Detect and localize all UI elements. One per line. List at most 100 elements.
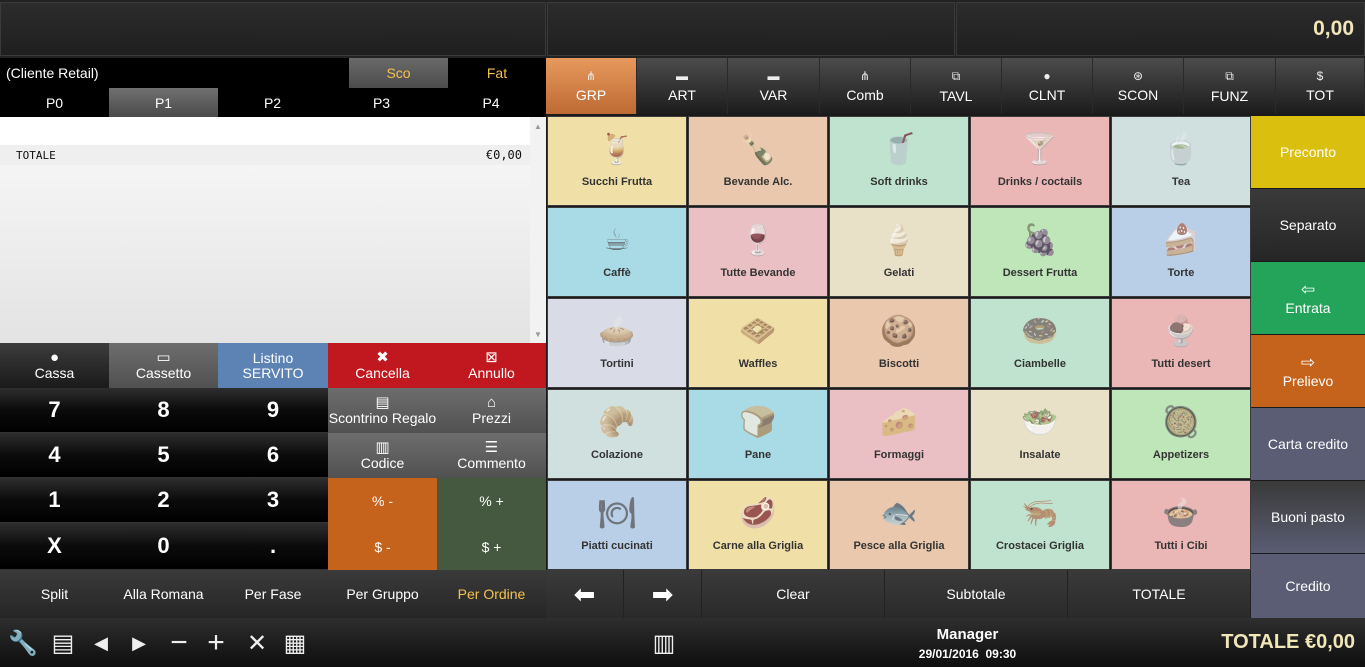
tile-pesce-alla-griglia[interactable]: 🐟 Pesce alla Griglia [829, 480, 969, 570]
carta-credito-button[interactable]: Carta credito [1251, 408, 1365, 480]
tile-succhi-frutta[interactable]: 🍹 Succhi Frutta [547, 116, 687, 206]
receipt-scrollbar[interactable] [530, 117, 546, 343]
tile-drinks-coctails[interactable]: 🍸 Drinks / coctails [970, 116, 1110, 206]
tile-crostacei-griglia[interactable]: 🦐 Crostacei Griglia [970, 480, 1110, 570]
tile-tutte-bevande[interactable]: 🍷 Tutte Bevande [688, 207, 828, 297]
codice-button[interactable]: ▥ Codice [328, 433, 437, 478]
tile-piatti-cucinati[interactable]: 🍽 Piatti cucinati [547, 480, 687, 570]
per-fase-button[interactable]: Per Fase [218, 570, 328, 618]
category-tab-grp[interactable]: ⋔ GRP [546, 58, 637, 114]
prelievo-button[interactable]: ⇨ Prelievo [1251, 335, 1365, 407]
key-8[interactable]: 8 [109, 388, 218, 433]
separato-button[interactable]: Separato [1251, 189, 1365, 261]
tile-soft-drinks[interactable]: 🥤 Soft drinks [829, 116, 969, 206]
price-tab-p3[interactable]: P3 [327, 88, 436, 117]
price-tab-p0[interactable]: P0 [0, 88, 109, 117]
per-gruppo-button[interactable]: Per Gruppo [328, 570, 437, 618]
tile-biscotti[interactable]: 🍪 Biscotti [829, 298, 969, 388]
scroll-up-icon[interactable]: ▲ [530, 119, 546, 133]
cancella-button[interactable]: ✖ Cancella [328, 343, 437, 388]
key-4[interactable]: 4 [0, 433, 109, 478]
customer-name[interactable]: (Cliente Retail) [6, 58, 99, 88]
listino-button[interactable]: Listino SERVITO [218, 343, 328, 388]
fat-button[interactable]: Fat [448, 58, 546, 88]
calculator-icon[interactable]: ▦ [276, 622, 314, 664]
prezzi-button[interactable]: ⌂ Prezzi [437, 388, 546, 433]
credito-button[interactable]: Credito [1251, 554, 1365, 618]
tile-tortini[interactable]: 🥧 Tortini [547, 298, 687, 388]
price-tag-icon: ⌂ [486, 394, 497, 411]
split-button[interactable]: Split [0, 570, 109, 618]
key-1[interactable]: 1 [0, 478, 109, 523]
subtotale-button[interactable]: Subtotale [885, 570, 1068, 618]
tile-gelati[interactable]: 🍦 Gelati [829, 207, 969, 297]
key-9[interactable]: 9 [218, 388, 328, 433]
scroll-down-icon[interactable]: ▼ [530, 327, 546, 341]
tile-insalate[interactable]: 🥗 Insalate [970, 389, 1110, 479]
tile-tutti-i-cibi[interactable]: 🍲 Tutti i Cibi [1111, 480, 1251, 570]
entrata-button[interactable]: ⇦ Entrata [1251, 262, 1365, 334]
cassetto-button[interactable]: ▭ Cassetto [109, 343, 218, 388]
category-tab-var[interactable]: ▬ VAR [728, 58, 820, 114]
category-tab-clnt[interactable]: ● CLNT [1002, 58, 1093, 114]
wrench-icon[interactable]: 🔧 [4, 622, 42, 664]
tile-tutti-desert[interactable]: 🍨 Tutti desert [1111, 298, 1251, 388]
tile-colazione[interactable]: 🥐 Colazione [547, 389, 687, 479]
commento-button[interactable]: ☰ Commento [437, 433, 546, 478]
close-x-icon[interactable]: ✕ [238, 622, 276, 664]
preconto-button[interactable]: Preconto [1251, 116, 1365, 188]
next-page-button[interactable]: ➡ [624, 570, 702, 618]
tile-dessert-frutta[interactable]: 🍇 Dessert Frutta [970, 207, 1110, 297]
arrow-right-small-icon[interactable]: ▶ [120, 622, 158, 664]
key-3[interactable]: 3 [218, 478, 328, 523]
category-tab-scon[interactable]: ⊛ SCON [1093, 58, 1184, 114]
key-7[interactable]: 7 [0, 388, 109, 433]
price-tab-p2[interactable]: P2 [218, 88, 327, 117]
key-dot[interactable]: . [218, 523, 328, 570]
cassa-button[interactable]: ● Cassa [0, 343, 109, 388]
percent-plus-button[interactable]: % + [437, 478, 546, 523]
category-tab-tot[interactable]: $ TOT [1276, 58, 1365, 114]
barcode-scan-icon[interactable]: ▥ [646, 622, 682, 664]
client-icon: ● [1043, 69, 1051, 83]
key-5[interactable]: 5 [109, 433, 218, 478]
annullo-button[interactable]: ⊠ Annullo [437, 343, 546, 388]
value-minus-button[interactable]: $ - [328, 523, 437, 570]
buoni-pasto-button[interactable]: Buoni pasto [1251, 481, 1365, 553]
per-ordine-button[interactable]: Per Ordine [437, 570, 546, 618]
plus-icon[interactable]: + [197, 622, 235, 664]
arrow-left-small-icon[interactable]: ◀ [82, 622, 120, 664]
totale-button[interactable]: TOTALE [1068, 570, 1251, 618]
group-icon: ⋔ [585, 69, 597, 83]
category-tab-art[interactable]: ▬ ART [637, 58, 728, 114]
total-icon: $ [1316, 69, 1324, 83]
tile-appetizers[interactable]: 🥘 Appetizers [1111, 389, 1251, 479]
category-tab-tavl[interactable]: ⧉ TAVL [911, 58, 1002, 114]
price-tab-p1[interactable]: P1 [109, 88, 218, 117]
key-2[interactable]: 2 [109, 478, 218, 523]
prev-page-button[interactable]: ⬅ [546, 570, 624, 618]
tile-bevande-alc[interactable]: 🍾 Bevande Alc. [688, 116, 828, 206]
clear-button[interactable]: Clear [702, 570, 885, 618]
tile-caff[interactable]: ☕ Caffè [547, 207, 687, 297]
tile-torte[interactable]: 🍰 Torte [1111, 207, 1251, 297]
tile-ciambelle[interactable]: 🍩 Ciambelle [970, 298, 1110, 388]
percent-minus-button[interactable]: % - [328, 478, 437, 523]
value-plus-button[interactable]: $ + [437, 523, 546, 570]
scontrino-regalo-button[interactable]: ▤ Scontrino Regalo [328, 388, 437, 433]
key-x[interactable]: X [0, 523, 109, 570]
tile-tea[interactable]: 🍵 Tea [1111, 116, 1251, 206]
sco-button[interactable]: Sco [349, 58, 448, 88]
price-tab-p4[interactable]: P4 [436, 88, 546, 117]
tile-waffles[interactable]: 🧇 Waffles [688, 298, 828, 388]
tile-formaggi[interactable]: 🧀 Formaggi [829, 389, 969, 479]
key-0[interactable]: 0 [109, 523, 218, 570]
document-icon[interactable]: ▤ [44, 622, 82, 664]
tile-carne-alla-griglia[interactable]: 🥩 Carne alla Griglia [688, 480, 828, 570]
key-6[interactable]: 6 [218, 433, 328, 478]
category-tab-funz[interactable]: ⧉ FUNZ [1184, 58, 1276, 114]
category-tab-comb[interactable]: ⋔ Comb [820, 58, 911, 114]
tile-pane[interactable]: 🍞 Pane [688, 389, 828, 479]
alla-romana-button[interactable]: Alla Romana [109, 570, 218, 618]
minus-icon[interactable]: − [160, 622, 198, 664]
